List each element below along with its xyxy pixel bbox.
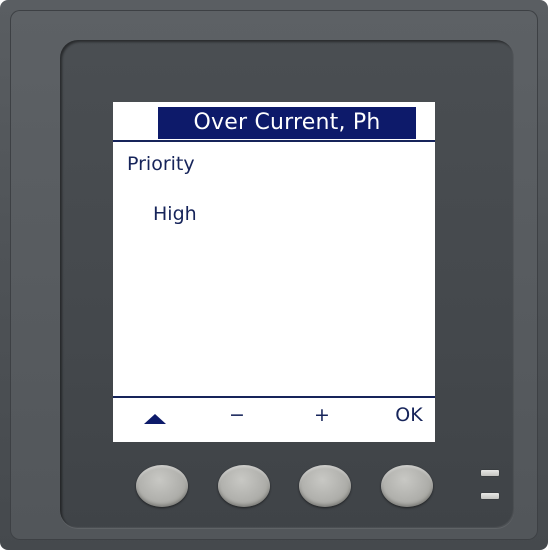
status-led-bottom <box>481 493 499 499</box>
softkey-up <box>135 402 175 428</box>
plus-button[interactable] <box>299 465 351 507</box>
power-meter-device: Over Current, Ph Priority High − + OK <box>0 0 548 550</box>
softkey-plus-label: + <box>314 404 330 426</box>
screen-title: Over Current, Ph <box>158 107 416 139</box>
softkey-minus-label: − <box>229 404 245 426</box>
softkey-ok-label: OK <box>395 404 423 426</box>
title-bar: Over Current, Ph <box>113 102 435 142</box>
status-led-top <box>481 470 499 476</box>
ok-button[interactable] <box>381 465 433 507</box>
title-divider <box>113 140 435 142</box>
triangle-up-icon <box>144 414 166 424</box>
softkey-divider <box>113 396 435 398</box>
priority-value[interactable]: High <box>153 202 197 226</box>
priority-label: Priority <box>127 153 195 175</box>
lcd-screen: Over Current, Ph Priority High − + OK <box>113 102 435 442</box>
up-button[interactable] <box>136 465 188 507</box>
minus-button[interactable] <box>218 465 270 507</box>
